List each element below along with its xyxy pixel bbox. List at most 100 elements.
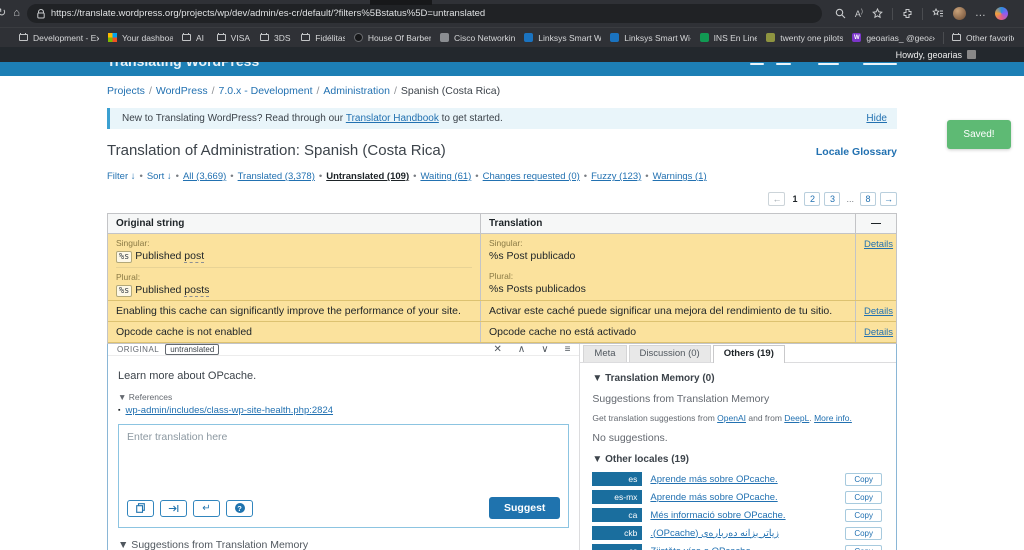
translation-textarea[interactable] — [119, 425, 568, 491]
translator-handbook-link[interactable]: Translator Handbook — [346, 113, 439, 124]
copy-original-button[interactable] — [127, 500, 154, 517]
bookmark-fidelitas[interactable]: Fidélitas — [292, 33, 345, 43]
bookmark-ai[interactable]: AI — [173, 33, 208, 43]
nav-link-clipped[interactable] — [776, 63, 791, 65]
filter-toggle[interactable]: Filter ↓ — [107, 171, 136, 182]
glossary-term[interactable]: post — [184, 250, 204, 263]
tab-meta[interactable]: Meta — [583, 345, 626, 362]
suggest-button[interactable]: Suggest — [489, 497, 560, 519]
copy-button[interactable]: Copy — [845, 473, 882, 486]
tab-discussion[interactable]: Discussion (0) — [629, 345, 711, 362]
bookmark-ins[interactable]: INS En Linea — [691, 33, 758, 43]
bookmarks-chevron-icon[interactable]: › — [932, 33, 935, 43]
saved-toast: Saved! — [947, 120, 1011, 149]
read-aloud-icon[interactable]: A) — [855, 9, 863, 19]
bookmark-development[interactable]: Development - Exp... — [10, 33, 99, 43]
howdy-account[interactable]: Howdy, geoarias — [896, 50, 962, 60]
breadcrumb-wordpress[interactable]: WordPress — [156, 85, 208, 97]
bookmark-your-dashboard[interactable]: Your dashboard — [99, 33, 173, 43]
tab-icon — [168, 504, 179, 513]
copy-button[interactable]: Copy — [845, 509, 882, 522]
bookmark-twenty-one-pilots[interactable]: twenty one pilots -... — [757, 33, 843, 43]
bookmark-cisco[interactable]: Cisco Networking... — [431, 33, 515, 43]
filter-untranslated[interactable]: Untranslated (109) — [326, 171, 409, 182]
menu-icon[interactable]: ≡ — [565, 344, 571, 355]
hide-notice-link[interactable]: Hide — [866, 113, 887, 124]
admin-avatar[interactable] — [967, 50, 976, 59]
filter-all[interactable]: All (3,669) — [183, 171, 226, 182]
header-translation: Translation — [481, 214, 856, 233]
profile-avatar[interactable] — [953, 7, 966, 20]
folder-icon — [952, 34, 961, 41]
locale-translation-link[interactable]: Aprende más sobre OPcache. — [650, 474, 837, 485]
favorites-bar-icon[interactable] — [932, 8, 944, 19]
locale-translation-link[interactable]: Aprende más sobre OPcache. — [650, 492, 837, 503]
details-link[interactable]: Details — [864, 306, 893, 317]
filter-changes-requested[interactable]: Changes requested (0) — [483, 171, 580, 182]
details-link[interactable]: Details — [864, 239, 893, 250]
reference-link[interactable]: wp-admin/includes/class-wp-site-health.p… — [125, 405, 333, 416]
references-toggle[interactable]: ▼ References — [118, 392, 569, 402]
close-icon[interactable]: ✕ — [494, 344, 502, 355]
bookmark-visa[interactable]: VISA — [208, 33, 251, 43]
copy-button[interactable]: Copy — [845, 545, 882, 550]
home-icon[interactable]: ⌂ — [13, 8, 20, 19]
table-row[interactable]: Singular: %sPublished post Plural: %sPub… — [108, 234, 896, 301]
help-button[interactable]: ? — [226, 500, 253, 517]
insert-newline-button[interactable]: ↵ — [193, 500, 220, 517]
nav-link-clipped[interactable] — [818, 63, 839, 65]
address-bar[interactable]: https://translate.wordpress.org/projects… — [27, 4, 822, 23]
other-locales-toggle[interactable]: ▼ Other locales (19) — [592, 454, 884, 465]
filter-warnings[interactable]: Warnings (1) — [653, 171, 707, 182]
filter-translated[interactable]: Translated (3,378) — [238, 171, 315, 182]
openai-link[interactable]: OpenAI — [717, 413, 746, 423]
lock-icon — [37, 9, 45, 19]
prev-page-button[interactable]: ← — [768, 192, 785, 206]
breadcrumb-projects[interactable]: Projects — [107, 85, 145, 97]
filter-waiting[interactable]: Waiting (61) — [420, 171, 471, 182]
copy-button[interactable]: Copy — [845, 491, 882, 504]
table-row[interactable]: Enabling this cache can significantly im… — [108, 301, 896, 322]
tab-others[interactable]: Others (19) — [713, 345, 785, 363]
locale-translation-link[interactable]: Zjistěte více o OPcache. — [650, 546, 837, 550]
details-link[interactable]: Details — [864, 327, 893, 338]
bookmark-linksys-2[interactable]: Linksys Smart Wi-F... — [601, 33, 690, 43]
site-favicon — [610, 33, 619, 42]
translation-memory-toggle[interactable]: ▼ Translation Memory (0) — [592, 373, 884, 384]
more-info-link[interactable]: More info. — [814, 413, 852, 423]
copilot-icon[interactable] — [995, 7, 1008, 20]
table-row[interactable]: Opcode cache is not enabled Opcode cache… — [108, 322, 896, 343]
deepl-link[interactable]: DeepL — [784, 413, 809, 423]
page-8-button[interactable]: 8 — [860, 192, 876, 206]
site-title[interactable]: Translating WordPress — [107, 62, 259, 69]
browser-tab[interactable] — [370, 0, 432, 5]
locale-translation-link[interactable]: زیاتر بزانە دەربارەی (OPcache). — [650, 528, 837, 539]
previous-string-icon[interactable]: ∧ — [518, 344, 525, 355]
page-2-button[interactable]: 2 — [804, 192, 820, 206]
copy-button[interactable]: Copy — [845, 527, 882, 540]
breadcrumb-administration[interactable]: Administration — [323, 85, 390, 97]
locale-translation-link[interactable]: Més informació sobre OPcache. — [650, 510, 837, 521]
suggestions-tm-toggle[interactable]: ▼ Suggestions from Translation Memory — [118, 539, 569, 550]
locale-glossary-link[interactable]: Locale Glossary — [816, 146, 897, 158]
next-page-button[interactable]: → — [880, 192, 897, 206]
refresh-icon[interactable]: ↻ — [0, 8, 6, 19]
insert-tab-button[interactable] — [160, 500, 187, 517]
other-favorites[interactable]: Other favorites — [952, 33, 1014, 43]
nav-link-clipped[interactable] — [863, 63, 897, 65]
favorite-star-icon[interactable] — [872, 8, 883, 19]
sort-toggle[interactable]: Sort ↓ — [147, 171, 172, 182]
breadcrumb-dev[interactable]: 7.0.x - Development — [219, 85, 313, 97]
extensions-icon[interactable] — [902, 8, 913, 19]
settings-menu-icon[interactable]: … — [975, 8, 986, 19]
nav-link-clipped[interactable] — [750, 63, 764, 65]
next-string-icon[interactable]: ∨ — [541, 344, 548, 355]
page-3-button[interactable]: 3 — [824, 192, 840, 206]
bookmark-geoarias[interactable]: Wgeoarias_ @geoari... — [843, 33, 932, 43]
glossary-term[interactable]: posts — [184, 284, 209, 297]
bookmark-house-of-barber[interactable]: House Of Barber [... — [345, 33, 431, 43]
filter-fuzzy[interactable]: Fuzzy (123) — [591, 171, 641, 182]
bookmark-linksys-1[interactable]: Linksys Smart Wi-Fi — [515, 33, 601, 43]
search-icon[interactable] — [835, 8, 846, 19]
bookmark-3ds[interactable]: 3DS — [251, 33, 292, 43]
